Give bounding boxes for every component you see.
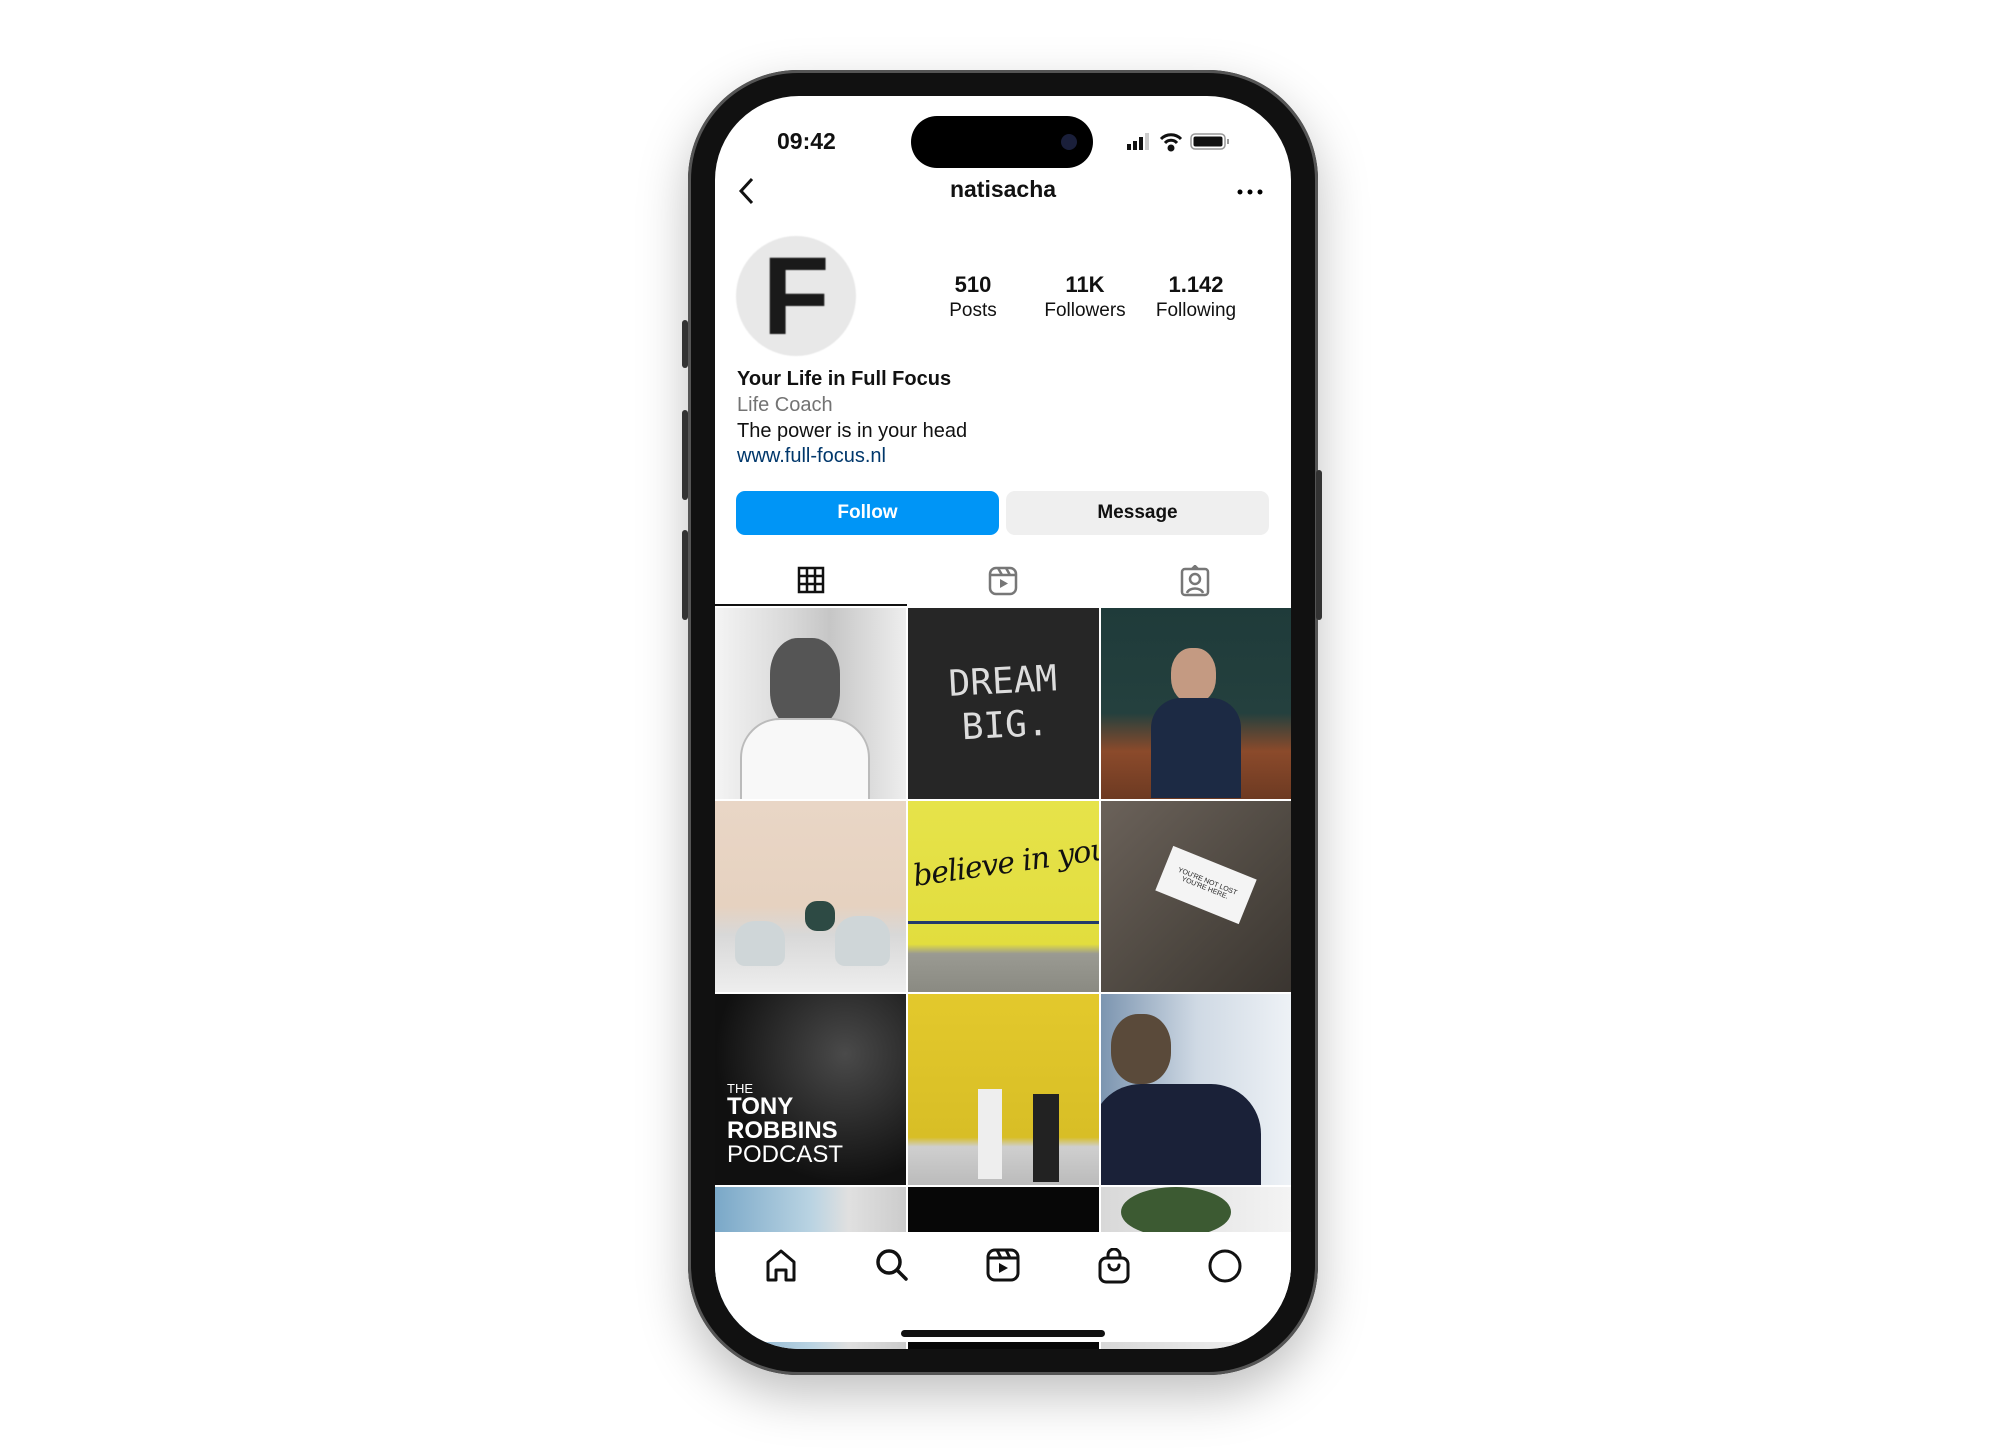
post-thumbnail[interactable] [1101, 608, 1291, 799]
stat-label: Posts [949, 300, 997, 321]
profile-username: natisacha [949, 176, 1057, 202]
avatar-letter: F [762, 234, 830, 358]
stat-posts[interactable]: 510 Posts [918, 272, 1028, 322]
stat-label: Followers [1044, 300, 1126, 321]
ellipsis-icon[interactable] [1237, 188, 1263, 196]
avatar[interactable]: F [736, 235, 856, 358]
phone-button [682, 530, 688, 620]
nav-home[interactable] [751, 1248, 811, 1282]
reels-icon [988, 566, 1018, 596]
stat-value: 11K [1065, 272, 1105, 297]
app-screen: 09:42 natisacha F 510 Posts 11K Followers … [715, 96, 1291, 1349]
post-caption: PODCAST [727, 1141, 844, 1168]
bottom-nav [715, 1232, 1291, 1342]
stat-value: 510 [954, 272, 992, 297]
nav-search[interactable] [862, 1248, 922, 1282]
stat-value: 1.142 [1168, 272, 1224, 297]
post-thumbnail[interactable]: DREAM BIG. [908, 608, 1099, 799]
signal-icon [1127, 133, 1149, 150]
status-time: 09:42 [777, 128, 836, 154]
post-thumbnail[interactable] [715, 608, 906, 799]
home-icon [766, 1249, 796, 1282]
stat-following[interactable]: 1.142 Following [1141, 272, 1251, 322]
phone-button [1316, 470, 1322, 620]
nav-shop[interactable] [1084, 1248, 1144, 1284]
follow-button[interactable]: Follow [736, 491, 999, 535]
phone-button [682, 320, 688, 368]
post-thumbnail[interactable]: YOU'RE NOT LOST YOU'RE HERE. [1101, 801, 1291, 992]
tab-tagged[interactable] [1099, 556, 1291, 606]
stat-followers[interactable]: 11K Followers [1030, 272, 1140, 322]
shop-icon [1098, 1248, 1130, 1284]
tagged-icon [1180, 565, 1210, 597]
home-indicator[interactable] [901, 1330, 1105, 1337]
profile-category: Life Coach [737, 394, 833, 416]
message-button[interactable]: Message [1006, 491, 1269, 535]
nav-reels[interactable] [973, 1248, 1033, 1282]
post-thumbnail[interactable]: THE TONY ROBBINS PODCAST [715, 994, 906, 1185]
wifi-icon [1159, 133, 1183, 152]
phone-button [682, 410, 688, 500]
post-caption: DREAM BIG. [947, 657, 1058, 748]
tab-posts[interactable] [715, 556, 907, 606]
dynamic-island [911, 116, 1093, 168]
battery-icon [1190, 133, 1229, 150]
tab-reels[interactable] [907, 556, 1099, 606]
post-thumbnail[interactable] [715, 801, 906, 992]
profile-bio: The power is in your head [737, 420, 968, 442]
post-caption: believe in yourself [910, 823, 1099, 894]
post-caption: TONY [727, 1093, 794, 1120]
nav-profile[interactable] [1195, 1248, 1255, 1284]
grid-icon [797, 566, 825, 594]
camera-icon [1061, 134, 1077, 150]
post-thumbnail[interactable] [1101, 994, 1291, 1185]
status-icons [1127, 133, 1229, 152]
reels-icon [986, 1248, 1020, 1282]
post-caption: YOU'RE NOT LOST YOU'RE HERE. [1176, 866, 1238, 901]
profile-name: Your Life in Full Focus [737, 368, 952, 390]
stat-label: Following [1155, 300, 1237, 321]
search-icon [876, 1249, 908, 1281]
post-thumbnail[interactable] [908, 994, 1099, 1185]
profile-link[interactable]: www.full-focus.nl [737, 445, 886, 468]
profile-icon [1208, 1249, 1242, 1283]
post-thumbnail[interactable]: believe in yourself [908, 801, 1099, 992]
post-caption: ROBBINS [727, 1117, 838, 1144]
